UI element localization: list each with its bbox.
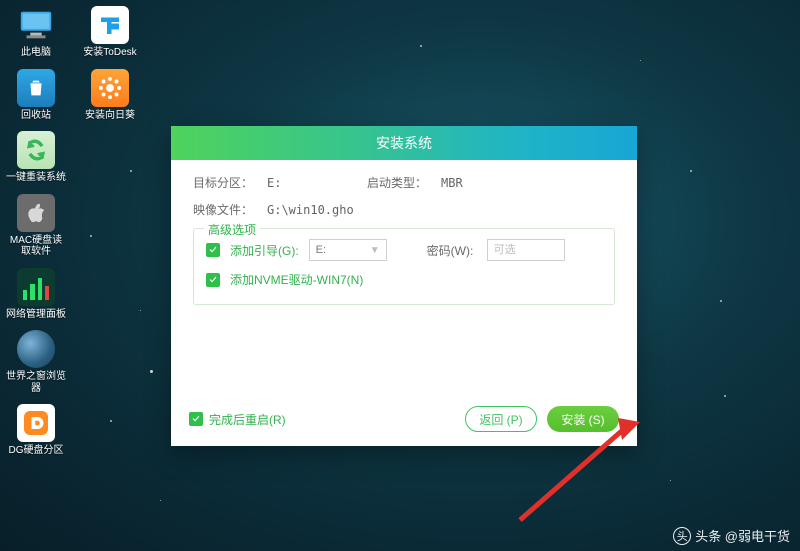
desktop-icon-mac-disk[interactable]: MAC硬盘读 取软件 xyxy=(6,194,66,258)
mac-disk-icon xyxy=(17,194,55,232)
desktop-icon-label: DG硬盘分区 xyxy=(6,445,66,457)
advanced-section: 高级选项 添加引导(G): E: ▼ 密码(W): 添加NVME驱动-WIN7(… xyxy=(193,228,615,305)
desktop-icon-recycle-bin[interactable]: 回收站 xyxy=(6,69,66,122)
desktop-icon-network-panel[interactable]: 网络管理面板 xyxy=(6,268,66,321)
desktop-icon-this-pc[interactable]: 此电脑 xyxy=(6,6,66,59)
restart-checkbox[interactable] xyxy=(189,412,203,426)
chevron-down-icon: ▼ xyxy=(370,245,380,256)
install-dialog: 安装系统 目标分区： E: 启动类型： MBR 映像文件： G:\win10.g… xyxy=(171,126,637,446)
watermark-icon: 头 xyxy=(673,527,691,545)
desktop-icon-label: MAC硬盘读 取软件 xyxy=(6,235,66,258)
advanced-title: 高级选项 xyxy=(204,221,260,238)
boot-drive-select[interactable]: E: ▼ xyxy=(309,239,387,261)
add-boot-checkbox[interactable] xyxy=(206,243,220,257)
image-file-value: G:\win10.gho xyxy=(267,203,354,217)
reinstall-icon xyxy=(17,131,55,169)
desktop-icon-label: 网络管理面板 xyxy=(6,309,66,321)
image-file-label: 映像文件： xyxy=(193,201,257,218)
globe-icon xyxy=(17,330,55,368)
desktop-icon-dg-partition[interactable]: DG硬盘分区 xyxy=(6,404,66,457)
target-partition-label: 目标分区： xyxy=(193,174,257,191)
install-button[interactable]: 安装 (S) xyxy=(547,406,619,432)
desktop-icon-label: 一键重装系统 xyxy=(6,172,66,184)
todesk-icon xyxy=(91,6,129,44)
boot-type-value: MBR xyxy=(441,176,463,190)
add-nvme-checkbox[interactable] xyxy=(206,273,220,287)
password-input[interactable] xyxy=(487,239,565,261)
desktop-icon-label: 安装ToDesk xyxy=(80,47,140,59)
network-panel-icon xyxy=(17,268,55,306)
target-partition-value: E: xyxy=(267,176,357,190)
desktop-icon-label: 安装向日葵 xyxy=(80,110,140,122)
desktop-icon-todesk[interactable]: 安装ToDesk xyxy=(80,6,140,59)
pc-icon xyxy=(17,6,55,44)
dg-icon xyxy=(17,404,55,442)
restart-label: 完成后重启(R) xyxy=(209,411,286,428)
desktop-icon-browser[interactable]: 世界之窗浏览 器 xyxy=(6,330,66,394)
add-boot-label: 添加引导(G): xyxy=(230,242,299,259)
watermark-text: 头条 @弱电干货 xyxy=(695,526,790,545)
boot-type-label: 启动类型： xyxy=(367,174,431,191)
boot-drive-selected: E: xyxy=(316,244,326,256)
bin-icon xyxy=(17,69,55,107)
desktop-icon-reinstall[interactable]: 一键重装系统 xyxy=(6,131,66,184)
password-label: 密码(W): xyxy=(427,242,477,259)
desktop-icon-sunlogin[interactable]: 安装向日葵 xyxy=(80,69,140,122)
watermark: 头 头条 @弱电干货 xyxy=(673,526,790,545)
desktop-icons: 此电脑 回收站 一键重装系统 MAC硬盘读 取软件 网络管理面板 xyxy=(6,6,140,457)
add-nvme-label: 添加NVME驱动-WIN7(N) xyxy=(230,271,363,288)
desktop-icon-label: 此电脑 xyxy=(6,47,66,59)
dialog-title: 安装系统 xyxy=(171,126,637,160)
desktop-icon-label: 回收站 xyxy=(6,110,66,122)
desktop-icon-label: 世界之窗浏览 器 xyxy=(6,371,66,394)
sunflower-icon xyxy=(91,69,129,107)
back-button[interactable]: 返回 (P) xyxy=(465,406,537,432)
